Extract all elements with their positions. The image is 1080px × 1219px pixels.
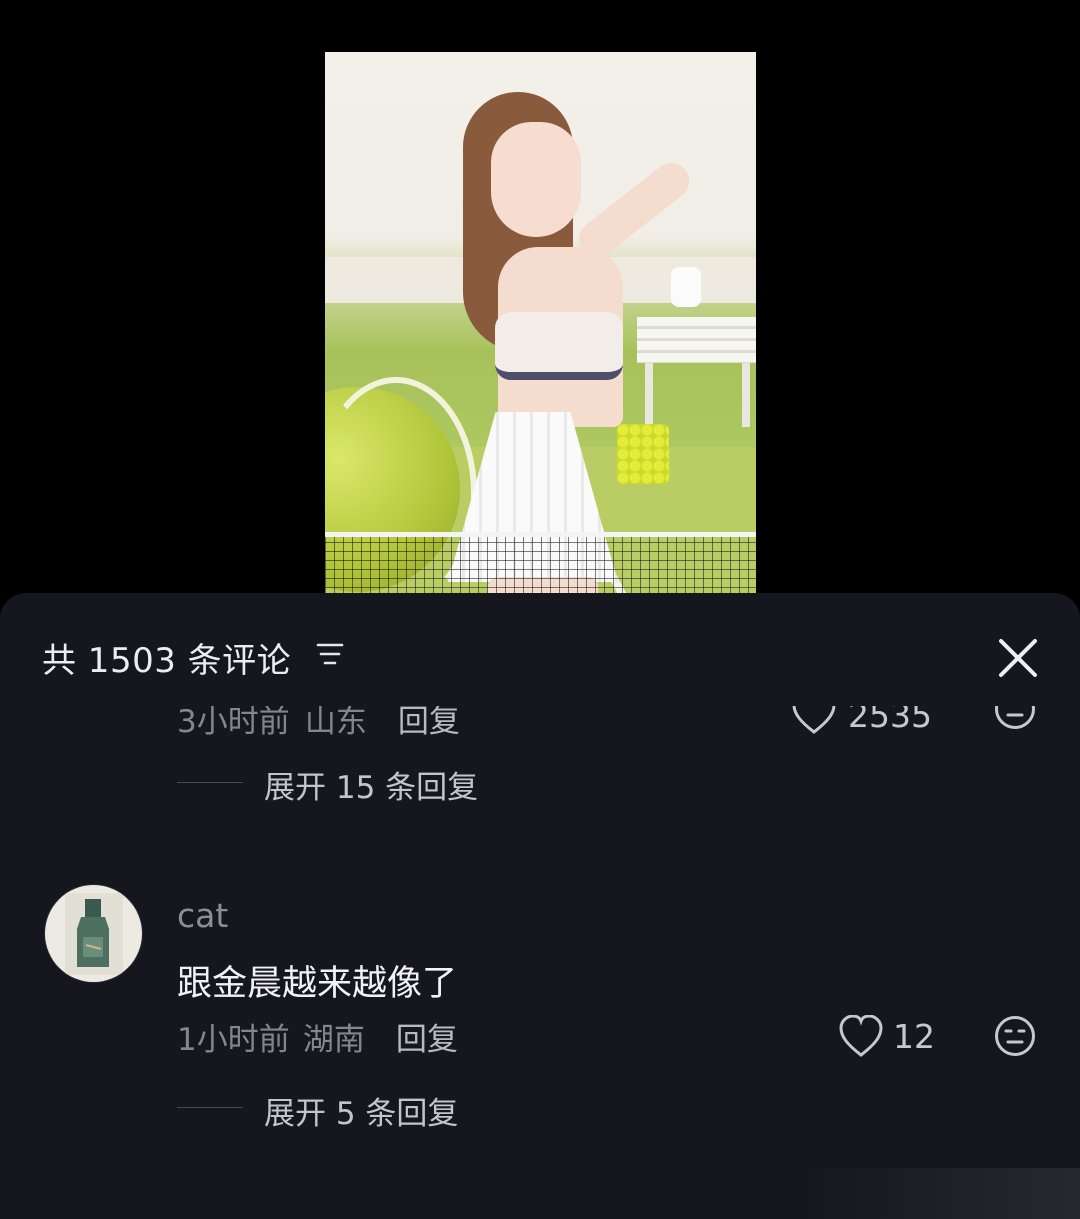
photo-person xyxy=(433,82,723,597)
comment-time: 1小时前 xyxy=(177,1022,290,1058)
prev-like-count: 2535 xyxy=(848,706,932,735)
reply-button[interactable]: 回复 xyxy=(396,1022,458,1058)
bottle-avatar-image xyxy=(65,893,123,975)
comments-header: 共 1503 条评论 xyxy=(0,593,1080,713)
comment-text: 跟金晨越来越像了 xyxy=(177,964,458,1004)
watermark-area xyxy=(800,1168,1080,1219)
expand-divider xyxy=(177,1107,243,1108)
like-count: 12 xyxy=(893,1017,935,1056)
comments-sheet: 共 1503 条评论 3小时前 山东 回复 2535 展开 15 条回复 cat… xyxy=(0,593,1080,1219)
filter-lines-icon[interactable] xyxy=(316,641,344,667)
photo-tennis-net xyxy=(325,532,756,597)
comment-username[interactable]: cat xyxy=(177,896,228,935)
emoji-reaction-icon[interactable] xyxy=(994,706,1036,730)
post-photo[interactable] xyxy=(325,52,756,597)
comment-location: 湖南 xyxy=(302,1022,365,1058)
prev-comment-location: 山东 xyxy=(304,706,367,740)
prev-comment-footer: 3小时前 山东 回复 2535 展开 15 条回复 xyxy=(0,706,1080,836)
prev-reply-button[interactable]: 回复 xyxy=(398,706,460,740)
prev-comment-time: 3小时前 xyxy=(177,706,290,740)
close-icon[interactable] xyxy=(996,636,1040,680)
comment-meta: 1小时前 湖南 回复 xyxy=(177,1014,458,1059)
avatar[interactable] xyxy=(45,885,142,982)
emoji-reaction-icon[interactable] xyxy=(994,1015,1036,1057)
heart-icon[interactable] xyxy=(791,706,837,736)
comment-count-title: 共 1503 条评论 xyxy=(42,641,292,681)
expand-replies-button[interactable]: 展开 15 条回复 xyxy=(264,762,478,807)
expand-replies-button[interactable]: 展开 5 条回复 xyxy=(264,1088,458,1133)
expand-divider xyxy=(177,782,243,783)
heart-icon[interactable] xyxy=(838,1015,884,1059)
